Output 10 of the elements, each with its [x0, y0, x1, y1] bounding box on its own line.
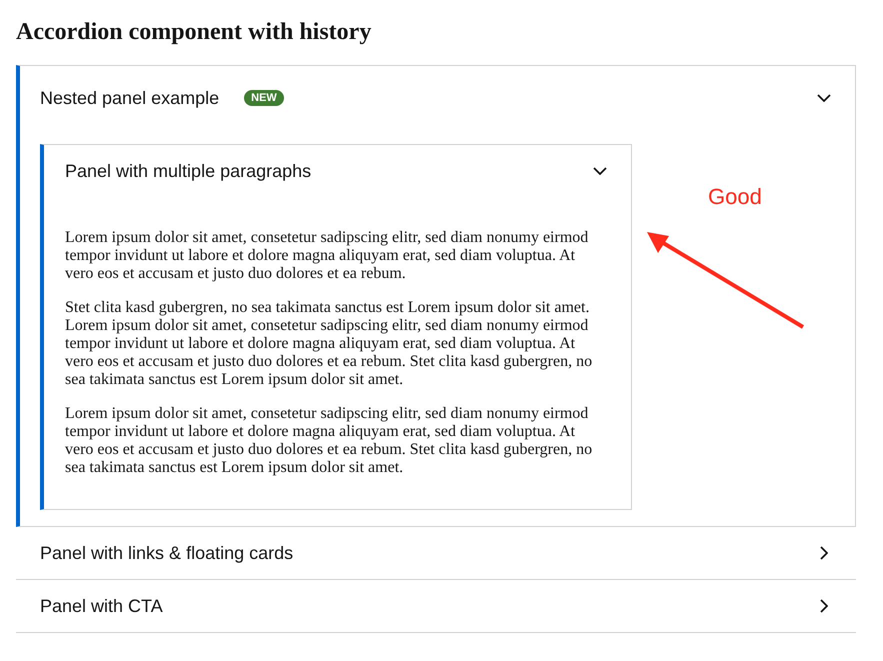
- accordion-header[interactable]: Panel with multiple paragraphs: [44, 145, 631, 197]
- accordion-header[interactable]: Nested panel example NEW: [20, 66, 855, 130]
- accordion-header[interactable]: Panel with CTA: [16, 580, 856, 632]
- annotation-text: Good: [708, 184, 762, 210]
- paragraph: Lorem ipsum dolor sit amet, consetetur sadipscing elitr, sed diam nonumy eirmod tempor invidunt ut labore et dolore magna aliquyam erat, sed diam voluptua. At vero eos et accusam et justo duo dolores et ea rebum.: [65, 229, 590, 283]
- paragraph: Lorem ipsum dolor sit amet, consetetur sadipscing elitr, sed diam nonumy eirmod tempor invidunt ut labore et dolore magna aliquyam erat, sed diam voluptua. At vero eos et accusam et justo duo dolores et ea rebum. Stet clita kasd gubergren, no sea takimata sanctus est Lorem ipsum dolor sit amet.: [65, 405, 594, 477]
- accordion-header[interactable]: Panel with links & floating cards: [16, 527, 856, 579]
- new-badge: NEW: [244, 90, 284, 106]
- page-heading: Accordion component with history: [16, 18, 372, 46]
- paragraph: Stet clita kasd gubergren, no sea takimata sanctus est Lorem ipsum dolor sit amet. Lorem ipsum dolor sit amet, consetetur sadipscing elitr, sed diam nonumy eirmod tempor invidunt ut labore et dolore magna aliquyam erat, sed diam voluptua. At vero eos et accusam et justo duo dolores et ea rebum. Stet clita kasd gubergren, no sea takimata sanctus est Lorem ipsum dolor sit amet.: [65, 299, 594, 389]
